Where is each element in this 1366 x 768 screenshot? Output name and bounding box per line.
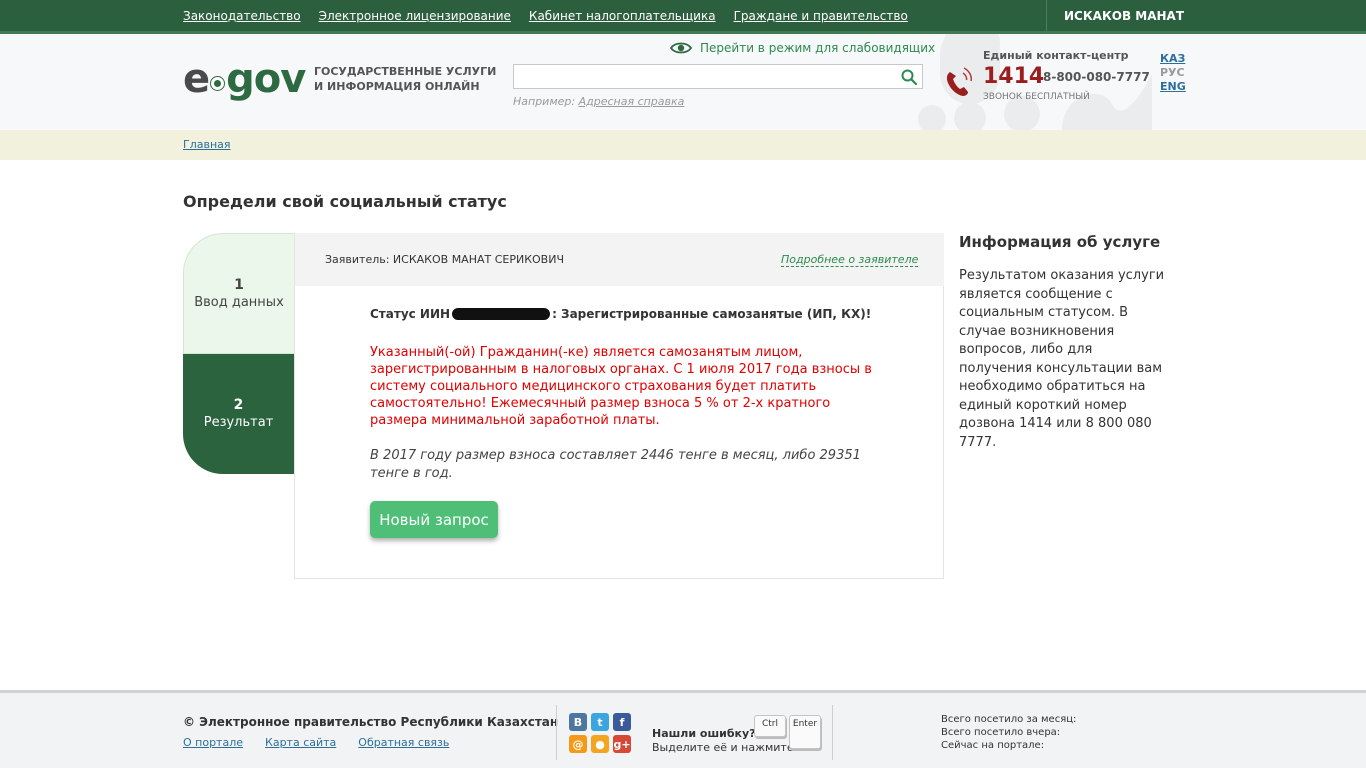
step-number: 2 — [233, 397, 244, 413]
site-slogan: ГОСУДАРСТВЕННЫЕ УСЛУГИ И ИНФОРМАЦИЯ ОНЛА… — [314, 65, 497, 93]
status-description: Указанный(-ой) Гражданин(-ке) является с… — [370, 345, 872, 428]
topnav-legislation-link[interactable]: Законодательство — [183, 9, 301, 23]
contribution-note: В 2017 году размер взноса составляет 244… — [370, 448, 861, 481]
chat-icon[interactable]: ● — [591, 735, 609, 753]
copyright: © Электронное правительство Республики К… — [183, 715, 559, 729]
step-label: Ввод данных — [194, 295, 284, 310]
phone-icon — [946, 67, 972, 96]
enter-key-icon: Enter — [789, 715, 821, 749]
new-request-button[interactable]: Новый запрос — [370, 501, 498, 538]
google-plus-icon[interactable]: g+ — [613, 735, 631, 753]
breadcrumb-bar: Главная — [0, 130, 1366, 160]
applicant-details-link[interactable]: Подробнее о заявителе — [781, 253, 919, 267]
lang-rus-current: РУС — [1160, 66, 1185, 79]
footer-divider — [556, 705, 557, 760]
steps-indicator: 1 Ввод данных 2 Результат — [183, 233, 305, 474]
search-icon[interactable] — [900, 68, 918, 86]
vk-icon[interactable]: В — [569, 713, 587, 731]
lang-eng-link[interactable]: ENG — [1160, 80, 1186, 94]
eye-icon — [670, 42, 692, 54]
result-panel: Заявитель: ИСКАКОВ МАНАТ СЕРИКОВИЧ Подро… — [294, 233, 944, 579]
step-number: 1 — [234, 277, 244, 293]
search-example-link[interactable]: Адресная справка — [579, 95, 685, 108]
lang-kaz-link[interactable]: КАЗ — [1160, 52, 1186, 66]
ctrl-key-icon: Ctrl — [754, 715, 786, 737]
egov-logo[interactable]: e gov — [183, 56, 306, 102]
mail-icon[interactable]: @ — [569, 735, 587, 753]
logo-dot-icon — [211, 77, 225, 90]
topnav-taxpayer-link[interactable]: Кабинет налогоплательщика — [529, 9, 716, 23]
search-box — [513, 64, 923, 89]
step-input-data[interactable]: 1 Ввод данных — [183, 233, 294, 354]
stat-now: Сейчас на портале: — [941, 740, 1045, 751]
step-label: Результат — [203, 415, 274, 430]
language-switcher: КАЗ РУС ENG — [1160, 52, 1186, 94]
applicant-name: Заявитель: ИСКАКОВ МАНАТ СЕРИКОВИЧ — [325, 253, 564, 266]
footer-about-link[interactable]: О портале — [183, 736, 243, 749]
visit-stats: Всего посетило за месяц: Всего посетило … — [941, 713, 1076, 752]
footer-feedback-link[interactable]: Обратная связь — [358, 736, 449, 749]
top-navigation: Законодательство Электронное лицензирова… — [183, 9, 908, 23]
search-example: Например: Адресная справка — [513, 95, 685, 108]
footer-divider — [832, 705, 833, 760]
footer-links: О портале Карта сайта Обратная связь — [183, 736, 449, 749]
stat-yesterday: Всего посетило вчера: — [941, 727, 1061, 738]
free-call-note: звонок бесплатный — [983, 92, 1090, 102]
top-bar: Законодательство Электронное лицензирова… — [0, 0, 1366, 34]
stat-month: Всего посетило за месяц: — [941, 714, 1077, 725]
header: e gov ГОСУДАРСТВЕННЫЕ УСЛУГИ И ИНФОРМАЦИЯ… — [0, 34, 1366, 130]
breadcrumb-home-link[interactable]: Главная — [183, 138, 231, 151]
redacted-iin — [452, 308, 551, 320]
service-info-text: Результатом оказания услуги является соо… — [959, 268, 1165, 450]
low-vision-label: Перейти в режим для слабовидящих — [700, 41, 936, 55]
social-links: В t f @ ● g+ — [569, 713, 633, 753]
short-phone-number[interactable]: 1414 — [983, 62, 1044, 92]
footer: © Электронное правительство Республики К… — [0, 690, 1366, 768]
step-result-active: 2 Результат — [183, 354, 305, 474]
long-phone-number[interactable]: 8-800-080-7777 — [1043, 70, 1150, 84]
topnav-licensing-link[interactable]: Электронное лицензирование — [319, 9, 511, 23]
service-info-title: Информация об услуге — [959, 233, 1161, 251]
found-error-label: Нашли ошибку? — [652, 727, 756, 740]
topnav-citizens-link[interactable]: Граждане и правительство — [734, 9, 908, 23]
status-heading: Статус ИИН : Зарегистрированные самозаня… — [370, 307, 872, 321]
select-and-press-label: Выделите её и нажмите — [652, 741, 794, 754]
applicant-bar: Заявитель: ИСКАКОВ МАНАТ СЕРИКОВИЧ Подро… — [295, 233, 944, 286]
user-name[interactable]: ИСКАКОВ МАНАТ — [1064, 9, 1184, 23]
footer-sitemap-link[interactable]: Карта сайта — [265, 736, 336, 749]
low-vision-mode-link[interactable]: Перейти в режим для слабовидящих — [670, 41, 935, 55]
facebook-icon[interactable]: f — [613, 713, 631, 731]
contact-center-title: Единый контакт-центр — [983, 49, 1129, 62]
page-title: Определи свой социальный статус — [183, 192, 507, 211]
top-divider — [1046, 0, 1047, 31]
search-input[interactable] — [514, 65, 894, 88]
twitter-icon[interactable]: t — [591, 713, 609, 731]
